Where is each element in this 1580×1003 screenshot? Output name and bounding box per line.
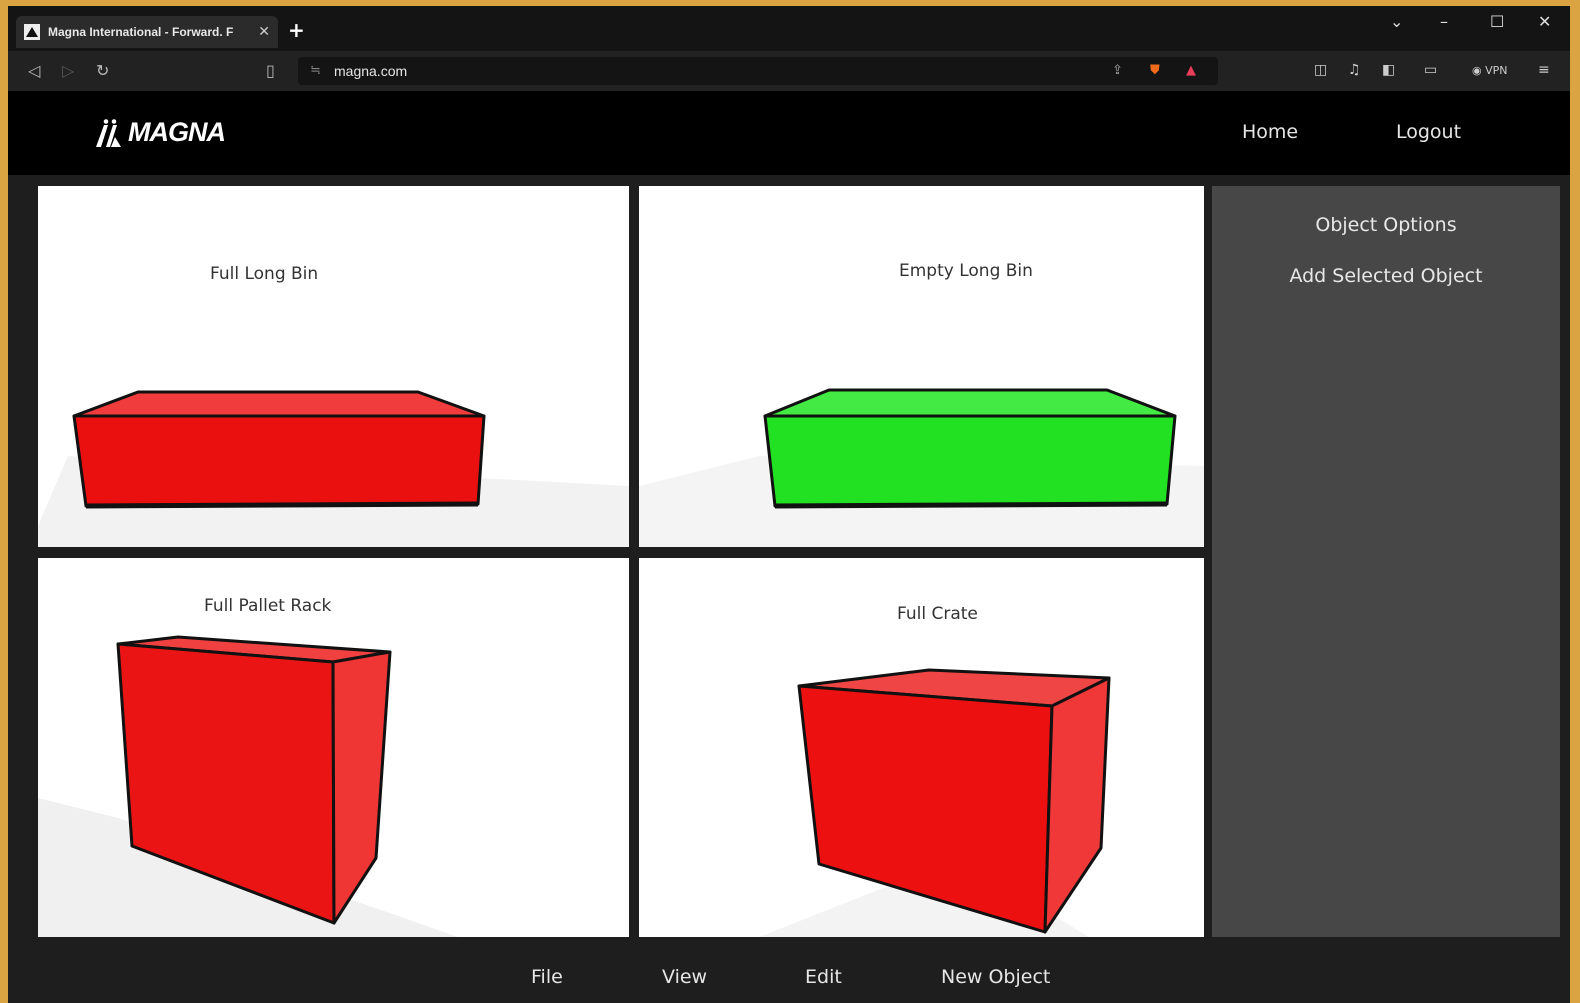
object-panel-full-crate[interactable]: Full Crate [639,558,1204,937]
address-bar[interactable]: ≒ magna.com ⇪ ⛊ ▲ [298,57,1218,85]
vpn-label: VPN [1485,64,1508,77]
bin-top-face [72,390,486,418]
magna-logo-icon [96,118,121,147]
logo-text: MAGNA [128,117,226,147]
bin-front-face [763,414,1177,508]
object-options-panel: Object Options Add Selected Object [1212,186,1560,937]
long-bin-3d-render [38,390,629,547]
magna-favicon-icon [24,24,40,40]
object-options-title: Object Options [1315,214,1457,236]
object-panel-full-pallet-rack[interactable]: Full Pallet Rack [38,558,629,937]
sidebar-icon[interactable]: ◧ [1382,62,1395,78]
panel-label: Full Pallet Rack [204,596,332,616]
brave-shield-icon[interactable]: ⛊ [1150,63,1160,78]
browser-tab[interactable]: Magna International - Forward. F ✕ [16,16,278,48]
url-text[interactable]: magna.com [334,63,407,79]
menu-new-object[interactable]: New Object [941,966,1050,988]
rack-side-face [331,650,392,925]
share-icon[interactable]: ⇪ [1112,63,1123,78]
empty-long-bin-3d-render [639,388,1204,547]
tab-title: Magna International - Forward. F [48,25,234,39]
tab-bar: Magna International - Forward. F ✕ + ⌄ –… [8,6,1570,51]
bin-front-face [72,414,486,508]
panel-label: Full Long Bin [210,264,319,284]
maximize-icon[interactable]: ☐ [1490,12,1504,31]
object-panel-empty-long-bin[interactable]: Empty Long Bin [639,186,1204,547]
bookmark-icon[interactable]: ▯ [266,61,275,80]
app-header: MAGNA Home Logout [8,91,1570,175]
crate-front-face [797,684,1054,934]
new-tab-button[interactable]: + [288,18,305,42]
nav-home-link[interactable]: Home [1242,121,1298,143]
magna-logo[interactable]: MAGNA [94,117,226,148]
panel-label: Full Crate [897,604,978,624]
bottom-menu-bar: File View Edit New Object [8,945,1570,1003]
address-toolbar: ◁ ▷ ↻ ▯ ≒ magna.com ⇪ ⛊ ▲ ◫ ♫ ◧ ▭ ◉ VPN … [8,51,1570,91]
menu-view[interactable]: View [662,966,707,988]
panel-label: Empty Long Bin [899,261,1033,281]
menu-edit[interactable]: Edit [805,966,842,988]
extensions-icon[interactable]: ◫ [1314,62,1327,78]
tab-list-chevron-icon[interactable]: ⌄ [1390,12,1403,31]
minimize-icon[interactable]: – [1440,12,1448,31]
add-selected-object-button[interactable]: Add Selected Object [1212,265,1560,287]
tab-close-icon[interactable]: ✕ [258,24,270,40]
forward-icon[interactable]: ▷ [62,61,74,80]
site-info-icon[interactable]: ≒ [310,63,321,78]
vpn-button[interactable]: ◉ VPN [1472,64,1508,77]
browser-window: Magna International - Forward. F ✕ + ⌄ –… [8,6,1570,1003]
media-icon[interactable]: ♫ [1348,62,1361,78]
object-panel-full-long-bin[interactable]: Full Long Bin [38,186,629,547]
nav-logout-link[interactable]: Logout [1396,121,1461,143]
menu-hamburger-icon[interactable]: ≡ [1538,62,1550,78]
menu-file[interactable]: File [531,966,563,988]
crate-side-face [1043,676,1111,934]
pallet-rack-3d-render [38,635,458,937]
rewards-triangle-icon[interactable]: ▲ [1186,63,1196,78]
back-icon[interactable]: ◁ [28,61,40,80]
wallet-icon[interactable]: ▭ [1424,62,1437,78]
close-window-icon[interactable]: ✕ [1538,12,1551,31]
bin-top-face [763,388,1177,418]
reload-icon[interactable]: ↻ [96,61,109,80]
